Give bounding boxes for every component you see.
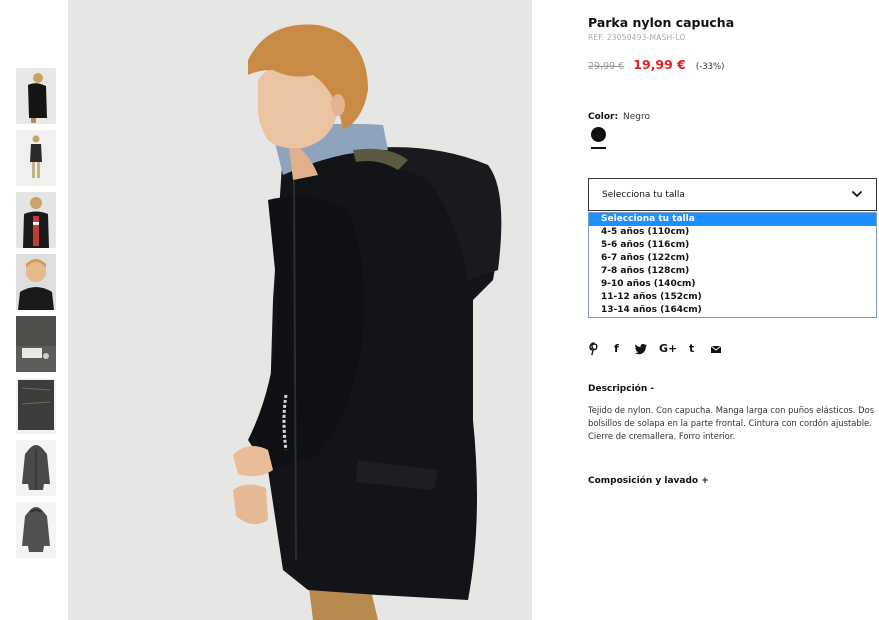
size-select-value: Selecciona tu talla [602, 190, 685, 200]
product-title: Parka nylon capucha [588, 15, 735, 30]
size-option[interactable]: Selecciona tu talla [589, 213, 876, 226]
thumbnail-8[interactable] [16, 502, 56, 558]
discount-badge: (-33%) [695, 62, 725, 72]
old-price: 29,99 € [588, 61, 625, 72]
tumblr-icon[interactable]: t [689, 342, 694, 356]
product-info-panel: Parka nylon capucha REF. 23050493-MASH-L… [588, 0, 877, 620]
description-toggle[interactable]: Descripción - [588, 384, 654, 394]
thumbnail-4[interactable] [16, 254, 56, 310]
thumbnail-2[interactable] [16, 130, 56, 186]
size-dropdown-list: Selecciona tu talla 4-5 años (110cm) 5-6… [588, 212, 877, 318]
color-label: Color: [588, 112, 619, 122]
googleplus-icon[interactable]: G+ [659, 342, 677, 356]
size-option[interactable]: 6-7 años (122cm) [589, 252, 876, 265]
size-option[interactable]: 7-8 años (128cm) [589, 265, 876, 278]
composition-toggle[interactable]: Composición y lavado + [588, 476, 709, 486]
product-ref: REF. 23050493-MASH-LO [588, 33, 686, 42]
thumbnail-7[interactable] [16, 440, 56, 496]
description-text: Tejido de nylon. Con capucha. Manga larg… [588, 405, 875, 441]
size-option[interactable]: 4-5 años (110cm) [589, 226, 876, 239]
color-swatch-black[interactable] [591, 127, 606, 142]
thumbnail-6[interactable] [16, 378, 56, 434]
pinterest-icon[interactable] [589, 342, 600, 356]
size-option[interactable]: 11-12 años (152cm) [589, 291, 876, 304]
email-icon[interactable] [710, 342, 722, 356]
chevron-down-icon [851, 189, 863, 199]
size-option[interactable]: 13-14 años (164cm) [589, 304, 876, 317]
twitter-icon[interactable] [635, 342, 648, 356]
size-option[interactable]: 5-6 años (116cm) [589, 239, 876, 252]
thumbnail-3[interactable] [16, 192, 56, 248]
color-value: Negro [622, 112, 650, 122]
thumbnail-1[interactable] [16, 68, 56, 124]
product-photo[interactable] [68, 0, 532, 620]
size-option[interactable]: 9-10 años (140cm) [589, 278, 876, 291]
facebook-icon[interactable]: f [614, 342, 619, 356]
size-select[interactable]: Selecciona tu talla [588, 178, 877, 211]
thumbnail-5[interactable] [16, 316, 56, 372]
color-row: Color: Negro [588, 112, 650, 122]
selected-swatch-indicator [591, 147, 606, 149]
price-row: 29,99 € 19,99 € (-33%) [588, 57, 724, 72]
sale-price: 19,99 € [633, 57, 686, 72]
